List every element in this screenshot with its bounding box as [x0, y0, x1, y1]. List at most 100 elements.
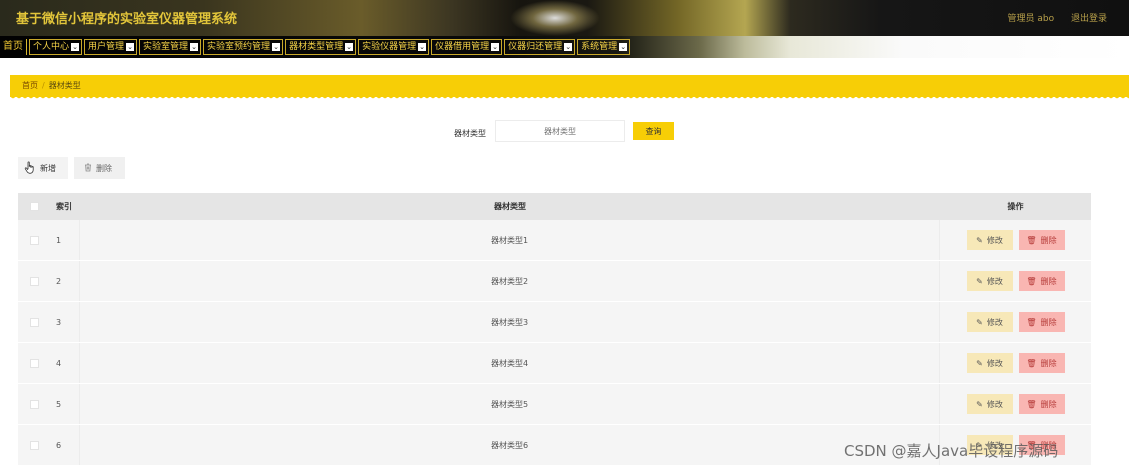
- edit-button[interactable]: ✎ 修改: [966, 394, 1013, 414]
- nav-menu: 个人中心 ⌄ 用户管理 ⌄ 实验室管理 ⌄ 实验室预约管理 ⌄ 器材类型管理 ⌄ 实验仪器…: [29, 39, 632, 55]
- row-actions: ✎ 修改 🗑 删除: [940, 220, 1091, 260]
- table-row: 3 器材类型3 ✎ 修改 🗑 删除: [18, 302, 1091, 343]
- row-check-cell: [18, 317, 50, 327]
- nav-item-labs[interactable]: 实验室管理 ⌄: [139, 39, 202, 55]
- column-header-name: 器材类型: [494, 202, 526, 211]
- chevron-down-icon: ⌄: [190, 43, 199, 51]
- row-checkbox[interactable]: [29, 440, 39, 450]
- nav-item-returns[interactable]: 仪器归还管理 ⌄: [504, 39, 576, 55]
- row-index: 3: [50, 302, 80, 342]
- chevron-down-icon: ⌄: [126, 43, 135, 51]
- nav-item-users[interactable]: 用户管理 ⌄: [84, 39, 138, 55]
- chevron-down-icon: ⌄: [418, 43, 427, 51]
- pencil-icon: ✎: [976, 399, 983, 409]
- breadcrumb: 首页 / 器材类型: [10, 75, 1129, 100]
- row-actions: ✎ 修改 🗑 删除: [940, 261, 1091, 301]
- user-name[interactable]: 管理员 abo: [1008, 14, 1055, 24]
- chevron-down-icon: ⌄: [619, 43, 628, 51]
- row-name: 器材类型1: [80, 220, 940, 260]
- edit-label: 修改: [986, 276, 1003, 286]
- batch-delete-button[interactable]: 删除: [74, 157, 125, 179]
- trash-icon: 🗑: [1026, 235, 1037, 245]
- edit-label: 修改: [986, 235, 1003, 245]
- row-checkbox[interactable]: [29, 235, 39, 245]
- nav-item-personal-center[interactable]: 个人中心 ⌄: [29, 39, 83, 55]
- trash-icon: 🗑: [1026, 276, 1037, 286]
- equipment-type-table: 索引 器材类型 操作 1 器材类型1 ✎ 修改 🗑 删除 2 器材类型2 ✎ 修改 🗑…: [18, 193, 1091, 466]
- nav-item-label: 器材类型管理: [289, 42, 344, 52]
- delete-button[interactable]: 🗑 删除: [1018, 394, 1065, 414]
- logout-link[interactable]: 退出登录: [1071, 14, 1107, 24]
- add-button-label: 新增: [40, 163, 56, 173]
- row-index: 5: [50, 384, 80, 424]
- add-button[interactable]: 新增: [18, 157, 68, 179]
- row-checkbox[interactable]: [29, 358, 39, 368]
- row-name: 器材类型2: [80, 261, 940, 301]
- delete-label: 删除: [1040, 276, 1057, 286]
- edit-button[interactable]: ✎ 修改: [966, 230, 1013, 250]
- row-actions: ✎ 修改 🗑 删除: [940, 302, 1091, 342]
- column-header-ops: 操作: [1007, 202, 1024, 211]
- table-row: 5 器材类型5 ✎ 修改 🗑 删除: [18, 384, 1091, 425]
- nav-item-lab-booking[interactable]: 实验室预约管理 ⌄: [203, 39, 284, 55]
- chevron-down-icon: ⌄: [491, 43, 500, 51]
- nav-item-label: 实验室管理: [143, 42, 189, 52]
- header-banner: 基于微信小程序的实验室仪器管理系统 管理员 abo 退出登录: [0, 0, 1129, 36]
- row-checkbox[interactable]: [29, 399, 39, 409]
- row-check-cell: [18, 399, 50, 409]
- chevron-down-icon: ⌄: [564, 43, 573, 51]
- nav-item-system[interactable]: 系统管理 ⌄: [577, 39, 631, 55]
- edit-label: 修改: [986, 399, 1003, 409]
- row-check-cell: [18, 276, 50, 286]
- row-name: 器材类型3: [80, 302, 940, 342]
- delete-label: 删除: [1040, 317, 1057, 327]
- nav-item-borrowing[interactable]: 仪器借用管理 ⌄: [431, 39, 503, 55]
- table-row: 1 器材类型1 ✎ 修改 🗑 删除: [18, 220, 1091, 261]
- breadcrumb-home[interactable]: 首页: [22, 81, 38, 90]
- select-all-checkbox[interactable]: [29, 202, 39, 211]
- row-checkbox[interactable]: [29, 276, 39, 286]
- nav-home[interactable]: 首页: [0, 39, 27, 55]
- row-index: 4: [50, 343, 80, 383]
- pencil-icon: ✎: [976, 235, 983, 245]
- chevron-down-icon: ⌄: [345, 43, 354, 51]
- delete-button[interactable]: 🗑 删除: [1018, 271, 1065, 291]
- row-name: 器材类型5: [80, 384, 940, 424]
- pencil-icon: ✎: [976, 358, 983, 368]
- row-checkbox[interactable]: [29, 317, 39, 327]
- delete-button[interactable]: 🗑 删除: [1018, 312, 1065, 332]
- search-input[interactable]: [495, 120, 625, 142]
- row-actions: ✎ 修改 🗑 删除: [940, 343, 1091, 383]
- table-row: 2 器材类型2 ✎ 修改 🗑 删除: [18, 261, 1091, 302]
- edit-label: 修改: [986, 317, 1003, 327]
- delete-label: 删除: [1040, 235, 1057, 245]
- column-header-index: 索引: [56, 202, 72, 211]
- app-title: 基于微信小程序的实验室仪器管理系统: [16, 12, 238, 27]
- banner-glow: [510, 0, 600, 36]
- nav-item-label: 用户管理: [88, 42, 125, 52]
- nav-item-label: 个人中心: [33, 42, 70, 52]
- table-row: 4 器材类型4 ✎ 修改 🗑 删除: [18, 343, 1091, 384]
- nav-item-equipment-types[interactable]: 器材类型管理 ⌄: [285, 39, 357, 55]
- select-all-cell: [18, 202, 50, 211]
- trash-icon: 🗑: [1026, 358, 1037, 368]
- main-nav: 首页 个人中心 ⌄ 用户管理 ⌄ 实验室管理 ⌄ 实验室预约管理 ⌄ 器材类型管理 ⌄ 实…: [0, 36, 1129, 58]
- delete-button[interactable]: 🗑 删除: [1018, 230, 1065, 250]
- table-header: 索引 器材类型 操作: [18, 193, 1091, 220]
- edit-label: 修改: [986, 358, 1003, 368]
- search-button[interactable]: 查询: [633, 122, 674, 140]
- row-index: 1: [50, 220, 80, 260]
- search-label: 器材类型: [454, 129, 486, 138]
- delete-button[interactable]: 🗑 删除: [1018, 353, 1065, 373]
- nav-item-instruments[interactable]: 实验仪器管理 ⌄: [358, 39, 430, 55]
- edit-button[interactable]: ✎ 修改: [966, 353, 1013, 373]
- watermark: CSDN @嘉人Java毕设程序源码: [844, 442, 1059, 460]
- trash-icon: 🗑: [1026, 317, 1037, 327]
- batch-delete-label: 删除: [96, 163, 112, 173]
- nav-item-label: 实验室预约管理: [207, 42, 271, 52]
- row-index: 2: [50, 261, 80, 301]
- edit-button[interactable]: ✎ 修改: [966, 271, 1013, 291]
- chevron-down-icon: ⌄: [272, 43, 281, 51]
- edit-button[interactable]: ✎ 修改: [966, 312, 1013, 332]
- row-name: 器材类型6: [80, 425, 940, 465]
